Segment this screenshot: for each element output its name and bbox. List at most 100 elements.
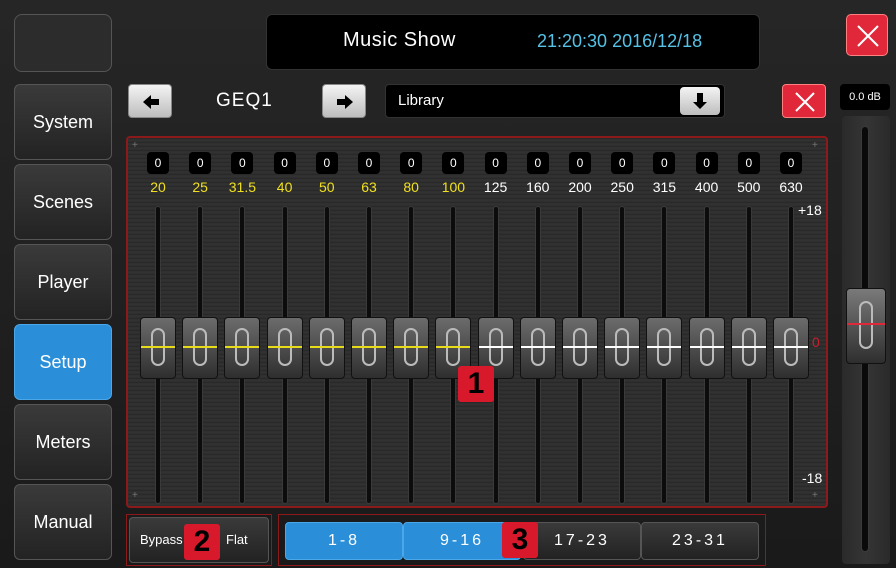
knob-indicator [520,346,555,348]
geq-fader-panel: + + + + +18 0 -18 0 20 0 25 0 31.5 0 40 0 50 0 63 0 8… [126,136,828,508]
geq-close-button[interactable] [782,84,826,118]
knob-indicator [731,346,766,348]
knob-indicator [352,346,386,348]
next-geq-button[interactable] [322,84,366,118]
knob-indicator [141,346,175,348]
knob-indicator [478,346,513,348]
geq-band: 0 200 [560,138,600,506]
bypass-label: Bypass [140,532,183,547]
library-dropdown[interactable]: Library [385,84,725,118]
band-gain-value: 0 [611,152,634,174]
band-gain-value: 0 [147,152,169,174]
scene-title: Music Show [343,29,456,51]
geq-band: 0 80 [391,138,431,506]
knob-indicator [267,346,302,348]
sidebar-item-label: Setup [39,351,87,372]
flat-label: Flat [226,532,248,547]
arrow-left-icon [143,95,159,109]
geq-band: 0 630 [771,138,811,506]
band-fader-knob[interactable] [688,317,725,379]
clock-display: 21:20:30 2016/12/18 [537,31,703,51]
band-gain-value: 0 [358,152,380,174]
sidebar-item-setup[interactable]: Setup [14,324,112,400]
app-root: Music Show 21:20:30 2016/12/18 System Sc… [0,0,896,568]
scale-zero-label: 0 [812,334,820,350]
master-fader-knob[interactable] [846,288,886,364]
geq-band: 0 315 [644,138,684,506]
knob-grip-icon [859,301,873,349]
band-gain-value: 0 [653,152,676,174]
geq-band: 0 125 [476,138,516,506]
band-fader-knob[interactable] [182,317,219,379]
arrow-down-icon [693,93,707,109]
logo-box [14,14,112,72]
knob-indicator [309,346,344,348]
band-gain-value: 0 [400,152,423,174]
knob-indicator [183,346,218,348]
band-gain-value: 0 [442,152,465,174]
master-level-readout: 0.0 dB [840,84,890,110]
band-fader-knob[interactable] [646,317,683,379]
band-fader-knob[interactable] [224,317,261,379]
sidebar-item-label: System [32,111,93,132]
page-label: 17-23 [554,532,610,549]
knob-indicator [689,346,724,348]
geq-band: 0 500 [729,138,769,506]
page-label: 1-8 [327,532,361,549]
band-fader-knob[interactable] [773,317,809,379]
top-close-button[interactable] [846,14,888,56]
geq-band: 0 160 [518,138,558,506]
close-icon [795,92,815,112]
band-fader-knob[interactable] [730,317,767,379]
band-gain-value: 0 [273,152,296,174]
knob-indicator [563,346,597,348]
library-open-button[interactable] [680,87,720,115]
knob-indicator [394,346,429,348]
geq-band: 0 20 [138,138,178,506]
master-fader[interactable] [842,116,890,564]
geq-band: 0 250 [602,138,642,506]
arrow-right-icon [337,95,353,109]
prev-geq-button[interactable] [128,84,172,118]
knob-indicator [605,346,640,348]
knob-indicator [847,323,885,325]
sidebar-item-scenes[interactable]: Scenes [14,164,112,240]
geq-band: 0 63 [349,138,389,506]
page-label: 23-31 [672,532,728,549]
screw-icon: + [812,140,818,151]
sidebar-item-system[interactable]: System [14,84,112,160]
geq-band: 0 400 [687,138,727,506]
band-gain-value: 0 [484,152,507,174]
band-fader-knob[interactable] [266,317,303,379]
page-button-17-23[interactable]: 17-23 [523,522,641,560]
band-fader-knob[interactable] [519,317,556,379]
band-gain-value: 0 [780,152,802,174]
callout-marker-3: 3 [502,522,538,558]
sidebar-item-label: Player [37,271,89,292]
geq-name: GEQ1 [216,90,273,111]
sidebar-item-player[interactable]: Player [14,244,112,320]
band-frequency-label: 630 [779,179,803,195]
sidebar-item-manual[interactable]: Manual [14,484,112,560]
geq-band: 0 40 [265,138,305,506]
knob-indicator [225,346,260,348]
band-fader-knob[interactable] [308,317,345,379]
band-fader-knob[interactable] [140,317,176,379]
knob-indicator [436,346,471,348]
library-label: Library [398,92,444,109]
page-button-23-31[interactable]: 23-31 [641,522,759,560]
band-gain-value: 0 [737,152,760,174]
page-button-1-8[interactable]: 1-8 [285,522,403,560]
band-fader-knob[interactable] [351,317,387,379]
band-fader-knob[interactable] [393,317,430,379]
band-fader-knob[interactable] [604,317,641,379]
geq-band: 0 31.5 [222,138,262,506]
sidebar-item-meters[interactable]: Meters [14,404,112,480]
geq-band: 0 100 [433,138,473,506]
knob-indicator [647,346,682,348]
sidebar-item-label: Scenes [32,191,94,212]
band-fader-knob[interactable] [562,317,598,379]
close-icon [857,25,879,47]
knob-indicator [774,346,808,348]
title-bar: Music Show 21:20:30 2016/12/18 [266,14,760,70]
